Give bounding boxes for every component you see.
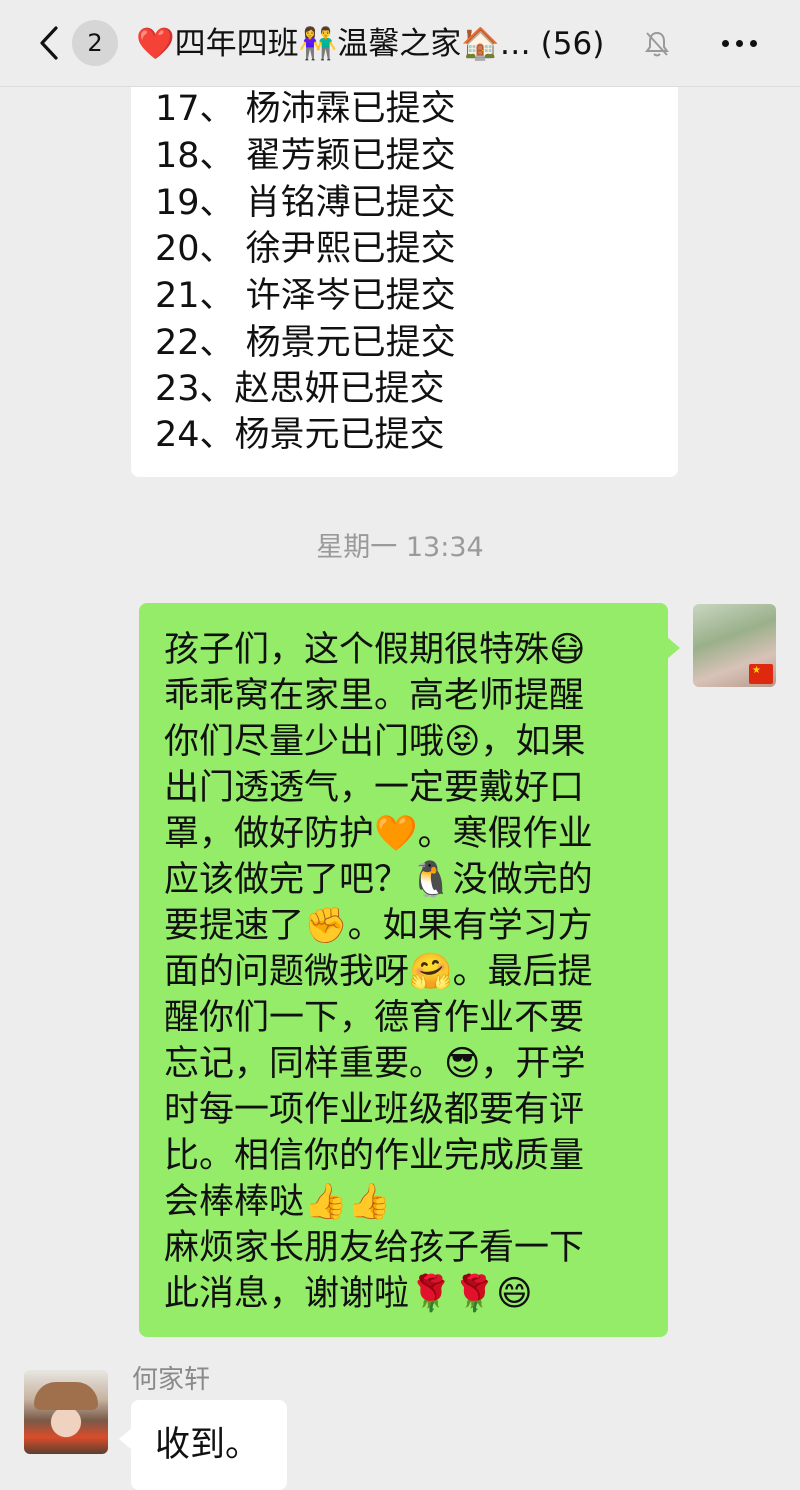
message-line: 要提速了✊。如果有学习方 [164, 906, 593, 946]
message-line: 乖乖窝在家里。高老师提醒 [164, 676, 585, 716]
message-line: 罩，做好防护🧡。寒假作业 [164, 814, 593, 854]
back-button[interactable]: 2 [30, 18, 120, 68]
message-line: 会棒棒哒👍👍 [164, 1182, 392, 1222]
message-line: 麻烦家长朋友给孩子看一下 [164, 1228, 585, 1268]
list-item: 20、 徐尹熙已提交 [155, 229, 456, 269]
list-item: 21、 许泽岑已提交 [155, 276, 456, 316]
my-avatar[interactable]: ★ [693, 604, 776, 687]
message-line: 醒你们一下，德育作业不要 [164, 998, 585, 1038]
list-item: 23、赵思妍已提交 [155, 369, 445, 409]
message-line: 比。相信你的作业完成质量 [164, 1136, 585, 1176]
reply-text: 收到。 [155, 1425, 261, 1465]
message-line: 面的问题微我呀🤗。最后提 [164, 952, 593, 992]
message-line: 出门透透气，一定要戴好口 [164, 768, 585, 808]
submission-list-bubble[interactable]: 17、 杨沛霖已提交 18、 翟芳颖已提交 19、 肖铭溥已提交 20、 徐尹熙… [131, 60, 678, 477]
message-line: 你们尽量少出门哦😝，如果 [164, 722, 586, 762]
message-line: 时每一项作业班级都要有评 [164, 1090, 585, 1130]
chevron-left-icon [40, 26, 58, 60]
message-line: 此消息，谢谢啦🌹🌹😄 [164, 1274, 533, 1314]
teacher-message-bubble[interactable]: 孩子们，这个假期很特殊😷 乖乖窝在家里。高老师提醒 你们尽量少出门哦😝，如果 出… [139, 603, 680, 1337]
list-item: 18、 翟芳颖已提交 [155, 136, 456, 176]
list-item: 17、 杨沛霖已提交 [155, 89, 456, 129]
list-item: 24、杨景元已提交 [155, 415, 445, 455]
sender-name: 何家轩 [132, 1365, 211, 1395]
china-flag-icon: ★ [749, 664, 773, 684]
more-options-button[interactable] [718, 24, 762, 64]
reply-message-bubble[interactable]: 收到。 [119, 1400, 287, 1490]
list-item: 19、 肖铭溥已提交 [155, 183, 456, 223]
bell-muted-icon [645, 31, 669, 57]
sender-avatar[interactable] [24, 1370, 108, 1454]
more-dots-icon [722, 40, 729, 47]
message-line: 应该做完了吧？🐧没做完的 [164, 860, 593, 900]
list-item: 22、 杨景元已提交 [155, 323, 456, 363]
nav-bar: 2 ❤️四年四班👫温馨之家🏠… (56) [0, 0, 800, 87]
message-line: 孩子们，这个假期很特殊😷 [164, 630, 586, 670]
message-timestamp: 星期一 13:34 [316, 532, 484, 563]
chat-title[interactable]: ❤️四年四班👫温馨之家🏠… (56) [136, 22, 656, 66]
unread-count-badge: 2 [72, 20, 118, 66]
message-line: 忘记，同样重要。😎，开学 [164, 1044, 586, 1084]
